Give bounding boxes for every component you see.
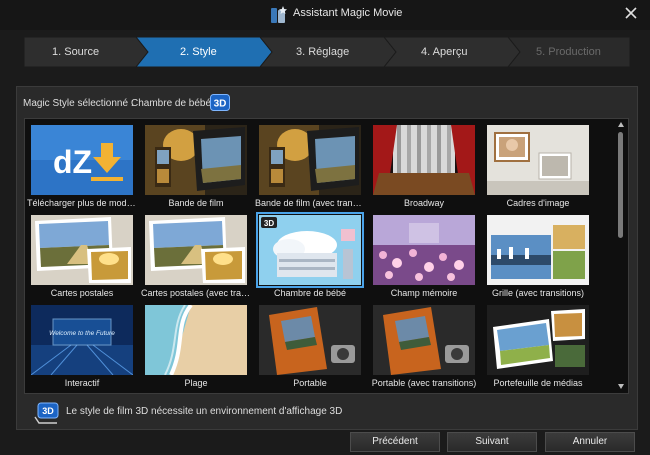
style-tile-label: Portefeuille de médias (493, 378, 583, 388)
style-thumbnail (487, 215, 589, 285)
film-strip-icon (259, 125, 361, 195)
step-source[interactable]: 1. Source (52, 46, 99, 58)
style-tile-label: Cadres d'image (506, 198, 570, 208)
selected-style-label: Magic Style sélectionné : (23, 98, 134, 109)
download-icon: dZ (31, 125, 133, 195)
style-thumbnail (487, 305, 589, 375)
style-tile-notebook-transitions[interactable]: Portable (avec transitions) (369, 301, 479, 388)
photo-grid-icon (487, 215, 589, 285)
step-reglage[interactable]: 3. Réglage (296, 46, 349, 58)
3d-requirement-note: Le style de film 3D nécessite un environ… (66, 406, 343, 417)
scroll-thumb[interactable] (618, 132, 623, 238)
postcard-icon (145, 215, 247, 285)
style-thumbnail (373, 125, 475, 195)
style-thumbnail: 3D (256, 212, 364, 288)
previous-button[interactable]: Précédent (350, 432, 440, 452)
style-tile-label: Chambre de bébé (273, 288, 347, 298)
style-tile-beach[interactable]: Plage (141, 301, 251, 388)
flower-field-icon (373, 215, 475, 285)
style-tile-postcards[interactable]: Cartes postales (27, 211, 137, 298)
style-thumbnail (259, 305, 361, 375)
style-tile-label: Télécharger plus de modèles (27, 198, 137, 208)
notebook-icon (259, 305, 361, 375)
style-tile-film[interactable]: Bande de film (141, 121, 251, 208)
style-tile-film-transitions[interactable]: Bande de film (avec transitions) (255, 121, 365, 208)
magic-wand-icon (271, 6, 287, 23)
step-apercu[interactable]: 4. Aperçu (421, 46, 467, 58)
step-production: 5. Production (536, 46, 601, 58)
style-thumbnail (145, 305, 247, 375)
step-style[interactable]: 2. Style (180, 46, 217, 58)
style-tile-frames[interactable]: Cadres d'image (483, 121, 593, 208)
3d-badge-icon: 3D (210, 94, 230, 111)
style-tile-notebook[interactable]: Portable (255, 301, 365, 388)
picture-frame-icon (487, 125, 589, 195)
style-thumbnail: Welcome to the Future (31, 305, 133, 375)
style-tile-broadway[interactable]: Broadway (369, 121, 479, 208)
style-thumbnail (31, 215, 133, 285)
notebook-icon (373, 305, 475, 375)
style-tile-interactive[interactable]: Welcome to the Future Interactif (27, 301, 137, 388)
style-tile-label: Grille (avec transitions) (491, 288, 585, 298)
window-title: Assistant Magic Movie (293, 7, 403, 19)
style-tile-label: Bande de film (168, 198, 224, 208)
style-tile-download[interactable]: dZ Télécharger plus de modèles (27, 121, 137, 208)
svg-text:dZ: dZ (53, 144, 92, 180)
scroll-up-arrow-icon[interactable] (618, 122, 624, 127)
style-tile-label: Broadway (403, 198, 445, 208)
svg-text:3D: 3D (214, 99, 227, 110)
cancel-button[interactable]: Annuler (545, 432, 635, 452)
interactive-screen-icon: Welcome to the Future (31, 305, 133, 375)
style-tile-label: Portable (293, 378, 327, 388)
style-thumbnail (487, 125, 589, 195)
style-grid: dZ Télécharger plus de modèles Bande de … (24, 118, 629, 394)
baby-room-icon: 3D (259, 215, 361, 285)
grid-scrollbar[interactable] (616, 120, 627, 392)
style-tile-label: Champ mémoire (390, 288, 458, 298)
svg-text:Welcome to the Future: Welcome to the Future (49, 330, 115, 337)
style-thumbnail (145, 215, 247, 285)
portfolio-icon (487, 305, 589, 375)
style-thumbnail (259, 125, 361, 195)
close-icon[interactable] (624, 6, 638, 20)
style-tile-memory-field[interactable]: Champ mémoire (369, 211, 479, 298)
style-thumbnail (145, 125, 247, 195)
beach-icon (145, 305, 247, 375)
3d-glasses-icon: 3D (34, 402, 59, 424)
postcard-icon (31, 215, 133, 285)
style-tile-grid-transitions[interactable]: Grille (avec transitions) (483, 211, 593, 298)
style-thumbnail (373, 305, 475, 375)
style-tile-label: Bande de film (avec transitions) (255, 198, 365, 208)
style-tile-baby-room[interactable]: 3D Chambre de bébé (255, 211, 365, 298)
svg-text:3D: 3D (264, 219, 274, 228)
style-tile-postcards-transitions[interactable]: Cartes postales (avec transitions) (141, 211, 251, 298)
style-tile-label: Cartes postales (avec transitions) (141, 288, 251, 298)
style-tile-label: Interactif (64, 378, 100, 388)
title-bar: Assistant Magic Movie (0, 0, 650, 30)
style-thumbnail (373, 215, 475, 285)
svg-text:3D: 3D (42, 406, 54, 416)
style-tile-media-portfolio[interactable]: Portefeuille de médias (483, 301, 593, 388)
scroll-down-arrow-icon[interactable] (618, 384, 624, 389)
style-thumbnail: dZ (31, 125, 133, 195)
wizard-steps: 1. Source 2. Style 3. Réglage 4. Aperçu … (24, 37, 630, 67)
film-strip-icon (145, 125, 247, 195)
selected-style-value: Chambre de bébé (131, 98, 212, 109)
style-tile-label: Plage (184, 378, 208, 388)
stage-curtain-icon (373, 125, 475, 195)
style-tile-label: Portable (avec transitions) (371, 378, 477, 388)
style-tile-label: Cartes postales (50, 288, 114, 298)
next-button[interactable]: Suivant (447, 432, 537, 452)
